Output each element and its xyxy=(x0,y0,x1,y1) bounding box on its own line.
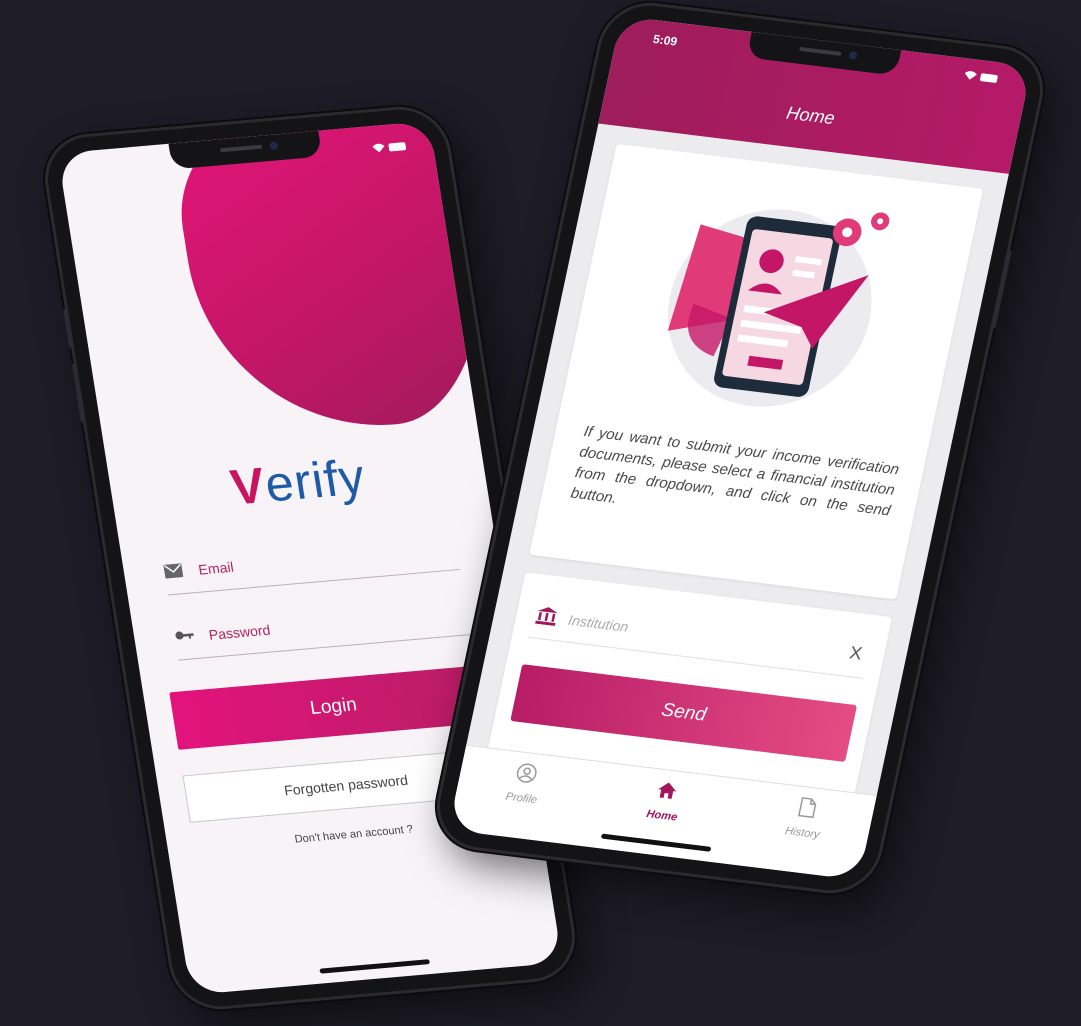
email-field[interactable]: Email xyxy=(161,529,460,596)
nav-label-history: History xyxy=(783,825,821,841)
header-blob-decoration xyxy=(164,120,516,441)
institution-dropdown[interactable]: Institution X xyxy=(527,593,873,679)
key-icon xyxy=(174,628,194,643)
send-button[interactable]: Send xyxy=(510,664,858,762)
login-screen: Verify Email Password Login Forgotten pa… xyxy=(57,120,563,996)
info-card: If you want to submit your income verifi… xyxy=(529,143,984,600)
nav-label-profile: Profile xyxy=(504,790,539,807)
home-icon xyxy=(619,775,714,809)
volume-up-button xyxy=(63,308,74,349)
battery-icon xyxy=(979,73,1001,87)
document-icon xyxy=(760,792,855,826)
bank-icon xyxy=(535,606,559,627)
logo-text: erify xyxy=(261,448,370,513)
clear-icon[interactable]: X xyxy=(848,642,864,664)
status-icons xyxy=(962,70,1002,87)
nav-item-home[interactable]: Home xyxy=(616,775,714,827)
home-indicator xyxy=(600,833,712,852)
nav-item-history[interactable]: History xyxy=(756,792,854,844)
power-button xyxy=(991,250,1012,329)
login-button[interactable]: Login xyxy=(169,664,498,750)
wifi-icon xyxy=(371,143,390,157)
verification-illustration xyxy=(623,180,918,426)
home-screen: 5:09 Home If you want to submit your inc… xyxy=(448,15,1032,881)
status-time: 5:09 xyxy=(651,32,679,49)
institution-placeholder: Institution xyxy=(566,611,630,635)
home-phone-frame: 5:09 Home If you want to submit your inc… xyxy=(431,0,1049,896)
envelope-icon xyxy=(163,563,184,579)
password-field[interactable]: Password xyxy=(172,594,471,661)
home-indicator xyxy=(319,959,431,974)
battery-icon xyxy=(388,142,410,156)
mockup-stage: Verify Email Password Login Forgotten pa… xyxy=(0,0,1081,1026)
volume-down-button xyxy=(71,363,86,423)
instruction-text: If you want to submit your income verifi… xyxy=(569,423,901,520)
nav-label-home: Home xyxy=(645,808,679,824)
password-placeholder: Password xyxy=(207,621,272,643)
page-title: Home xyxy=(784,102,837,129)
profile-icon xyxy=(479,758,574,792)
email-placeholder: Email xyxy=(197,558,235,578)
nav-item-profile[interactable]: Profile xyxy=(475,758,573,810)
verify-logo: Verify xyxy=(108,437,489,527)
